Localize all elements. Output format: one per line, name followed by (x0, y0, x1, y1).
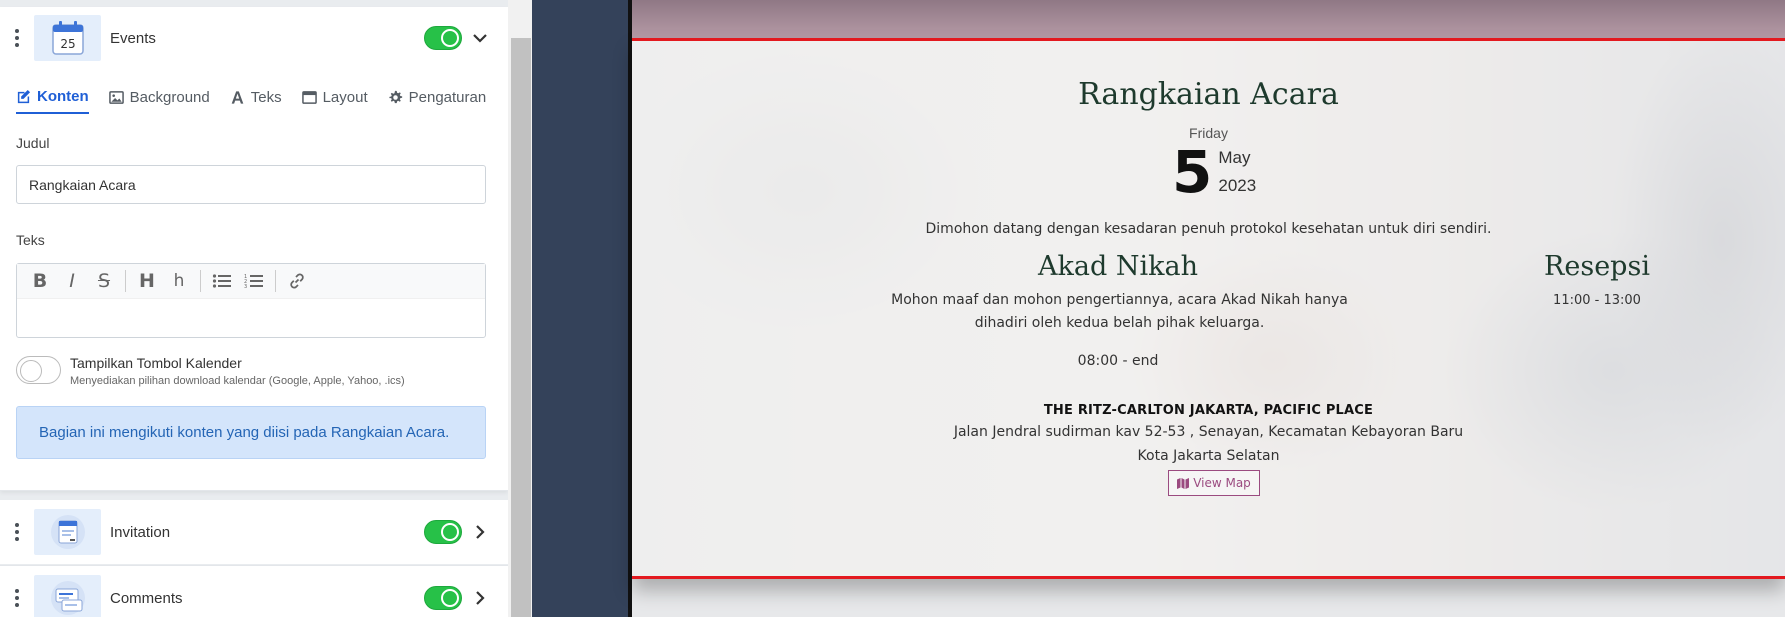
font-icon (231, 90, 244, 104)
section-name-events: Events (110, 29, 156, 47)
tab-layout[interactable]: Layout (301, 80, 368, 114)
events-preview-section[interactable]: Rangkaian Acara Friday 5 May 2023 Dimoho… (632, 38, 1785, 579)
section-name-invitation: Invitation (110, 523, 171, 541)
tab-background[interactable]: Background (108, 80, 210, 114)
comments-enabled-toggle[interactable] (424, 586, 462, 610)
comments-icon (34, 575, 101, 617)
akad-nikah-title: Akad Nikah (1038, 251, 1198, 282)
judul-label: Judul (16, 135, 50, 151)
calendar-icon: 25 (34, 15, 101, 61)
tab-teks[interactable]: Teks (230, 80, 282, 114)
strikethrough-button[interactable]: S (89, 267, 119, 295)
teks-rich-editor[interactable]: B I S H h 123 (16, 263, 486, 338)
events-section-card: 25 Events Konten Background Teks Layout … (0, 7, 508, 491)
bullet-list-icon[interactable] (207, 267, 237, 295)
rangkaian-acara-link[interactable]: Rangkaian Acara (331, 424, 445, 441)
italic-button[interactable]: I (57, 267, 87, 295)
resepsi-title: Resepsi (1544, 251, 1650, 282)
bold-button[interactable]: B (25, 267, 55, 295)
calendar-thumb-day: 25 (60, 37, 75, 51)
editor-panel: 25 Events Konten Background Teks Layout … (0, 0, 508, 617)
invitation-icon (34, 509, 101, 555)
calendar-toggle-title: Tampilkan Tombol Kalender (70, 355, 242, 371)
heading-small-button[interactable]: h (164, 267, 194, 295)
venue-address: Jalan Jendral sudirman kav 52-53 , Senay… (953, 424, 1464, 440)
info-suffix: . (445, 424, 450, 441)
events-section-header[interactable]: 25 Events (0, 7, 508, 69)
info-alert: Bagian ini mengikuti konten yang diisi p… (16, 406, 486, 459)
info-text: Bagian ini mengikuti konten yang diisi p… (39, 424, 331, 441)
venue-city: Kota Jakarta Selatan (1137, 448, 1280, 464)
toolbar-separator (125, 270, 126, 292)
invitation-section-card[interactable]: Invitation (0, 500, 508, 564)
comments-section-card[interactable]: Comments (0, 565, 508, 617)
event-day-number: 5 (1172, 138, 1213, 206)
gear-icon (389, 90, 402, 103)
numbered-list-icon[interactable]: 123 (239, 267, 269, 295)
previous-section-strip[interactable] (632, 0, 1785, 38)
section-name-comments: Comments (110, 589, 183, 607)
akad-nikah-time: 08:00 - end (1077, 353, 1159, 369)
image-icon (108, 90, 124, 104)
tab-konten[interactable]: Konten (16, 80, 89, 114)
calendar-button-toggle[interactable] (16, 356, 61, 384)
tab-pengaturan-label: Pengaturan (408, 88, 487, 106)
invitation-enabled-toggle[interactable] (424, 520, 462, 544)
event-date: 5 May 2023 (1172, 143, 1256, 201)
tab-konten-label: Konten (37, 87, 89, 105)
calendar-toggle-description: Menyediakan pilihan download kalendar (G… (70, 375, 405, 387)
toolbar-separator (200, 270, 201, 292)
drag-handle-icon[interactable] (14, 29, 20, 47)
tab-pengaturan[interactable]: Pengaturan (388, 80, 487, 114)
window-icon (301, 90, 317, 104)
view-map-button[interactable]: View Map (1168, 470, 1260, 496)
judul-input[interactable] (16, 165, 486, 204)
venue-name: THE RITZ-CARLTON JAKARTA, PACIFIC PLACE (1043, 403, 1374, 418)
event-year: 2023 (1218, 176, 1257, 195)
event-month: May (1218, 148, 1251, 167)
map-icon (1177, 477, 1190, 489)
chevron-right-icon[interactable] (472, 524, 488, 540)
editor-toolbar: B I S H h 123 (17, 264, 485, 299)
chevron-right-icon[interactable] (472, 590, 488, 606)
resepsi-time: 11:00 - 13:00 (1553, 293, 1641, 308)
drag-handle-icon[interactable] (14, 523, 20, 541)
edit-icon (17, 89, 31, 103)
content-tabs: Konten Background Teks Layout Pengaturan (16, 80, 506, 122)
teks-label: Teks (16, 232, 45, 248)
toolbar-separator (275, 270, 276, 292)
drag-handle-icon[interactable] (14, 589, 20, 607)
tab-teks-label: Teks (250, 88, 282, 106)
tab-background-label: Background (129, 88, 210, 106)
events-title: Rangkaian Acara (1078, 77, 1339, 112)
svg-text:3: 3 (244, 284, 247, 289)
panel-scrollbar-thumb[interactable] (511, 38, 531, 617)
tab-layout-label: Layout (322, 88, 368, 106)
health-protocol-note: Dimohon datang dengan kesadaran penuh pr… (925, 221, 1492, 237)
link-icon[interactable] (282, 267, 312, 295)
chevron-down-icon[interactable] (472, 30, 488, 46)
heading-large-button[interactable]: H (132, 267, 162, 295)
events-enabled-toggle[interactable] (424, 26, 462, 50)
view-map-label: View Map (1193, 476, 1251, 490)
akad-nikah-description: Mohon maaf dan mohon pengertiannya, acar… (891, 292, 1348, 331)
